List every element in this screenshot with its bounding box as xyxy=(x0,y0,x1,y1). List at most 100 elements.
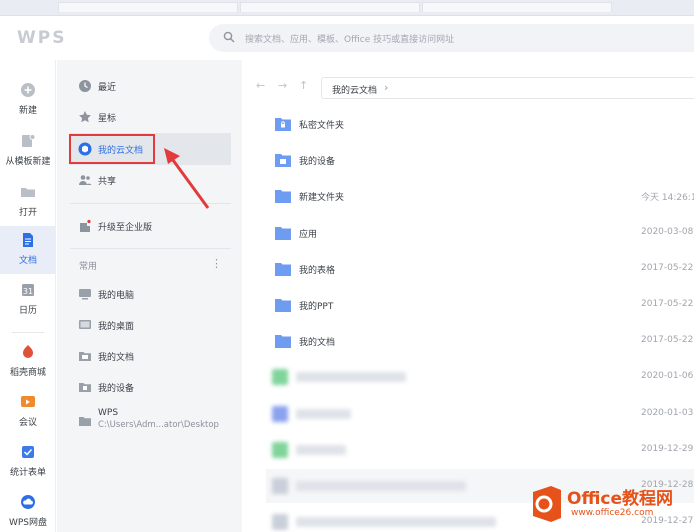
breadcrumb-item[interactable]: 我的云文档 xyxy=(332,83,377,96)
device-folder-icon xyxy=(275,154,291,168)
file-date: 今天 14:26:1 xyxy=(641,193,694,204)
highlight-box xyxy=(69,134,155,164)
rail-store[interactable]: 稻壳商城 xyxy=(0,338,56,386)
folder-icon xyxy=(275,226,291,240)
nav-item-label: 我的文档 xyxy=(98,353,135,363)
folder-open-icon xyxy=(21,188,35,197)
office-logo-icon xyxy=(533,486,561,522)
browser-tab[interactable] xyxy=(58,2,238,12)
file-row[interactable]: 我的PPT 2017-05-22 xyxy=(266,288,694,322)
file-row[interactable]: 我的文档 2017-05-22 xyxy=(266,324,694,358)
file-name: 新建文件夹 xyxy=(299,193,345,204)
store-icon xyxy=(23,345,33,358)
nav-item-label: 我的桌面 xyxy=(98,322,135,332)
nav-item-label: 我的电脑 xyxy=(98,291,135,301)
file-row[interactable]: 新建文件夹 今天 14:26:1 xyxy=(266,179,694,213)
wps-logo: WPS xyxy=(17,28,67,48)
desktop-icon xyxy=(79,320,91,329)
nav-panel: 最近 星标 我的云文档 共享 升级至企业版 常用 ⋮ 我的电脑 我的桌面 我的文… xyxy=(57,60,242,532)
watermark-title: Office教程网 xyxy=(567,489,674,509)
nav-item-wps-folder[interactable]: WPS xyxy=(70,402,231,436)
file-row[interactable]: 我的设备 xyxy=(266,143,694,177)
main-panel: ← → ↑ 我的云文档 › 私密文件夹我的设备新建文件夹 今天 14:26:1 应用… xyxy=(242,60,694,532)
nav-divider xyxy=(70,248,231,249)
rail-form[interactable]: 统计表单 xyxy=(0,438,56,486)
file-row[interactable]: 2019-12-29 xyxy=(266,433,694,467)
rail-meeting[interactable]: 会议 xyxy=(0,388,56,436)
enterprise-icon xyxy=(80,219,91,232)
document-icon xyxy=(23,233,33,247)
file-name-obscured xyxy=(296,481,466,491)
nav-item-label: 星标 xyxy=(98,114,117,124)
rail-from-template[interactable]: 从模板新建 xyxy=(0,127,56,175)
file-date: 2020-01-03 xyxy=(641,407,694,418)
template-icon xyxy=(22,134,36,147)
svg-text:31: 31 xyxy=(23,287,33,296)
search-input[interactable]: 搜索文档、应用、模板、Office 技巧或直接访问网址 xyxy=(245,32,454,45)
file-row[interactable]: 2020-01-06 xyxy=(266,360,694,394)
rail-cloud-drive[interactable]: WPS网盘 xyxy=(0,488,56,532)
back-button[interactable]: ← xyxy=(256,79,265,92)
browser-tab[interactable] xyxy=(422,2,612,12)
nav-item-my-computer[interactable]: 我的电脑 xyxy=(70,278,231,310)
watermark-url: www.office26.com xyxy=(571,508,654,518)
file-row[interactable]: 私密文件夹 xyxy=(266,107,694,141)
folder-icon xyxy=(275,262,291,276)
browser-tab[interactable] xyxy=(240,2,420,12)
file-row[interactable]: 我的表格 2017-05-22 xyxy=(266,252,694,286)
file-date: 2020-01-06 xyxy=(641,371,694,382)
file-name: 应用 xyxy=(299,229,318,240)
nav-item-my-desktop[interactable]: 我的桌面 xyxy=(70,309,231,341)
nav-item-upgrade[interactable]: 升级至企业版 xyxy=(70,210,231,242)
rail-documents[interactable]: 文档 xyxy=(0,226,56,274)
lock-folder-icon xyxy=(275,118,291,131)
more-options-icon[interactable]: ⋮ xyxy=(211,257,222,270)
search-bar[interactable]: 搜索文档、应用、模板、Office 技巧或直接访问网址 xyxy=(209,24,694,52)
forward-button[interactable]: → xyxy=(278,79,287,92)
rail-label: 统计表单 xyxy=(9,468,46,478)
nav-item-label: 最近 xyxy=(98,83,117,93)
plus-circle-icon xyxy=(21,83,35,97)
file-row[interactable]: 2020-01-03 xyxy=(266,397,694,431)
tab-strip xyxy=(0,0,694,16)
header: WPS 搜索文档、应用、模板、Office 技巧或直接访问网址 xyxy=(0,16,694,60)
rail-calendar[interactable]: 31 日历 xyxy=(0,276,56,324)
nav-item-recent[interactable]: 最近 xyxy=(70,70,231,102)
file-name: 私密文件夹 xyxy=(299,121,345,131)
breadcrumb[interactable]: 我的云文档 › xyxy=(321,77,694,99)
file-date: 2017-05-22 xyxy=(641,335,694,346)
file-date: 2019-12-29 xyxy=(641,443,694,454)
form-icon xyxy=(22,446,34,458)
nav-item-label: 我的设备 xyxy=(98,384,135,394)
rail-new[interactable]: 新建 xyxy=(0,76,56,124)
share-people-icon xyxy=(79,175,92,185)
file-date: 2020-03-08 xyxy=(641,226,694,237)
rail-label: 从模板新建 xyxy=(5,157,51,167)
file-name: 我的表格 xyxy=(299,265,336,276)
file-row[interactable]: 应用 2020-03-08 xyxy=(266,216,694,250)
rail-open[interactable]: 打开 xyxy=(0,178,56,226)
search-icon xyxy=(223,31,235,43)
nav-item-my-documents[interactable]: 我的文档 xyxy=(70,340,231,372)
rail-label: 文档 xyxy=(18,256,37,266)
nav-item-my-devices[interactable]: 我的设备 xyxy=(70,371,231,403)
arrow-annotation xyxy=(164,148,210,209)
nav-item-starred[interactable]: 星标 xyxy=(70,101,231,133)
rail-label: WPS网盘 xyxy=(8,518,48,528)
watermark: Office教程网 www.office26.com xyxy=(527,482,694,532)
toolbar: ← → ↑ 我的云文档 › xyxy=(242,74,694,100)
nav-item-label: 共享 xyxy=(98,177,117,187)
section-title: 常用 xyxy=(79,262,98,272)
file-icon xyxy=(272,369,288,386)
folder-doc-icon xyxy=(79,352,91,361)
rail-label: 新建 xyxy=(18,106,37,116)
file-name: 我的设备 xyxy=(299,157,336,168)
file-name-obscured xyxy=(296,408,351,419)
device-icon xyxy=(79,383,91,392)
folder-icon xyxy=(275,335,291,349)
up-button[interactable]: ↑ xyxy=(299,79,308,92)
calendar-icon: 31 xyxy=(22,284,34,296)
file-name: 我的PPT xyxy=(299,302,334,312)
file-icon xyxy=(272,478,288,494)
rail-divider xyxy=(12,332,44,333)
